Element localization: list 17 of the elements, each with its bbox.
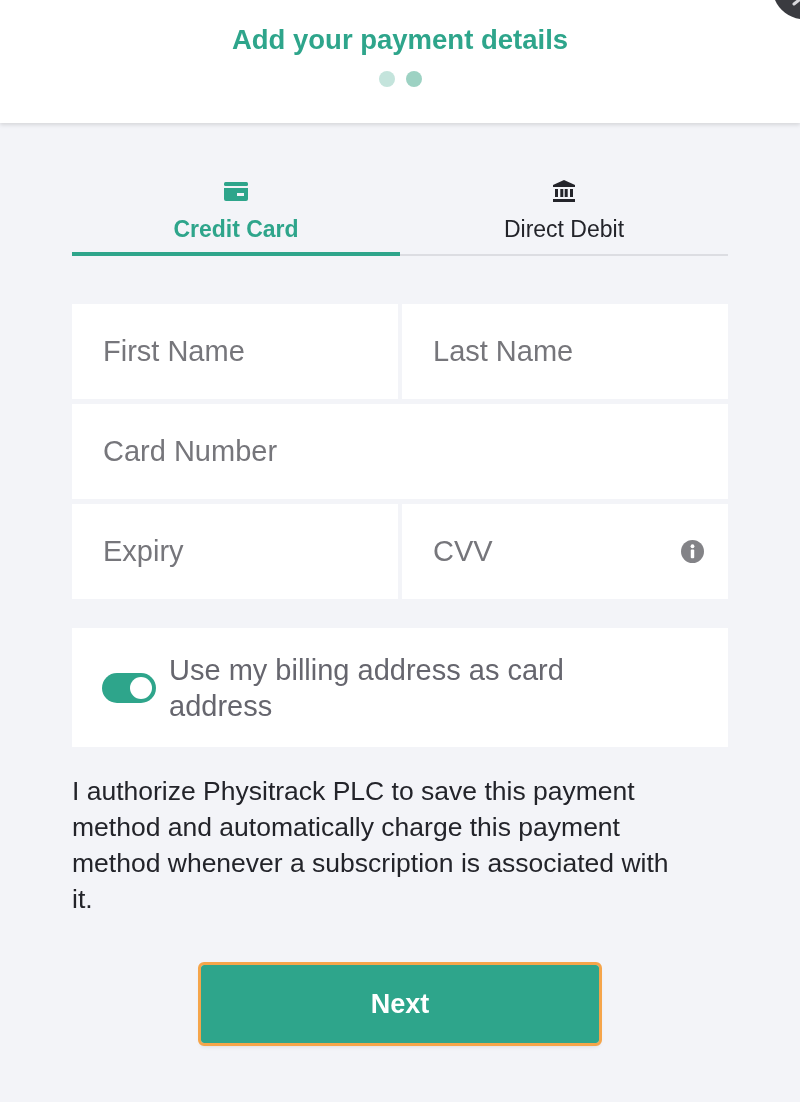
toggle-label: Use my billing address as card address bbox=[169, 652, 565, 724]
input-field[interactable]: Card Number bbox=[72, 404, 728, 499]
input-field[interactable]: First Name bbox=[72, 304, 398, 399]
credit-card-icon bbox=[224, 181, 248, 201]
tab[interactable]: Credit Card bbox=[72, 175, 400, 256]
info-icon[interactable] bbox=[681, 540, 704, 563]
next-button[interactable]: Next bbox=[201, 965, 599, 1043]
input-field[interactable]: Expiry bbox=[72, 504, 398, 599]
close-icon bbox=[775, 0, 800, 19]
close-button[interactable] bbox=[775, 0, 800, 19]
toggle-switch[interactable] bbox=[102, 672, 156, 703]
page-title: Add your payment details bbox=[231, 24, 569, 56]
input-field[interactable]: Last Name bbox=[402, 304, 728, 399]
input-field[interactable]: CVV bbox=[402, 504, 728, 599]
authorization-text: I authorize Physitrack PLC to save this payment method and automatically charge this payment method whenever a subscription is associated with it. bbox=[72, 775, 670, 916]
tab[interactable]: Direct Debit bbox=[400, 175, 728, 256]
bank-icon bbox=[553, 180, 575, 202]
